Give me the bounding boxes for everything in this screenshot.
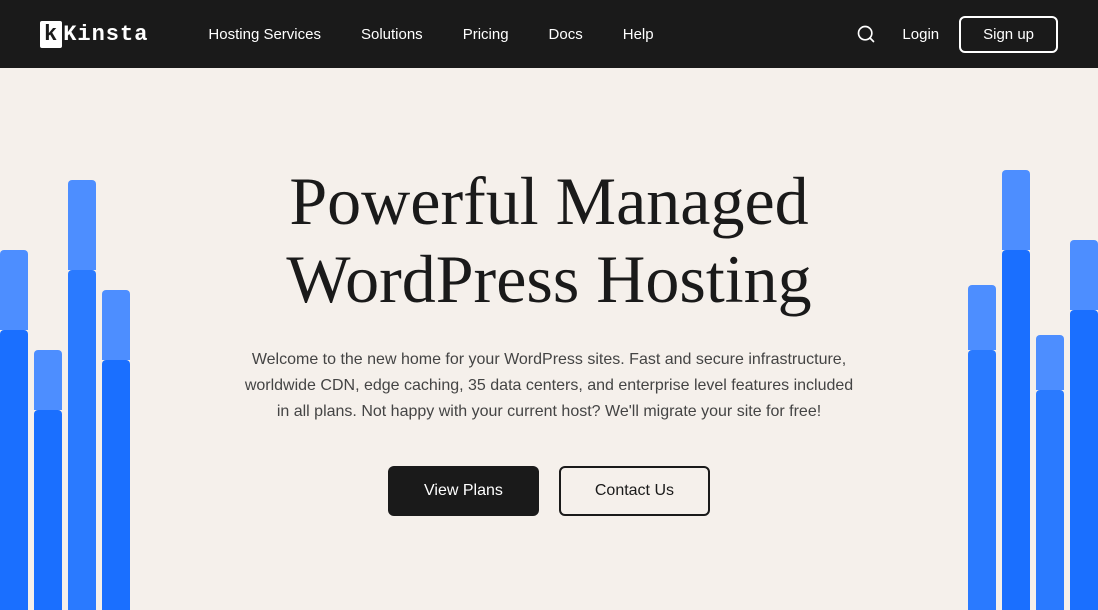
nav-solutions[interactable]: Solutions bbox=[361, 26, 423, 43]
nav-links: Hosting Services Solutions Pricing Docs … bbox=[208, 26, 850, 43]
search-button[interactable] bbox=[850, 18, 882, 50]
nav-help[interactable]: Help bbox=[623, 26, 654, 43]
nav-pricing[interactable]: Pricing bbox=[463, 26, 509, 43]
logo-text: Kinsta bbox=[63, 22, 148, 47]
nav-hosting-services[interactable]: Hosting Services bbox=[208, 26, 321, 43]
login-button[interactable]: Login bbox=[902, 26, 939, 43]
contact-us-button[interactable]: Contact Us bbox=[559, 466, 710, 516]
navbar: kKinsta Hosting Services Solutions Prici… bbox=[0, 0, 1098, 68]
hero-subtitle: Welcome to the new home for your WordPre… bbox=[239, 347, 859, 426]
decorative-blocks-right bbox=[968, 210, 1098, 610]
navbar-actions: Login Sign up bbox=[850, 16, 1058, 53]
hero-title: Powerful Managed WordPress Hosting bbox=[199, 162, 899, 318]
decorative-blocks-left bbox=[0, 210, 130, 610]
hero-buttons: View Plans Contact Us bbox=[388, 466, 710, 516]
search-icon bbox=[856, 24, 876, 44]
logo[interactable]: kKinsta bbox=[40, 21, 148, 48]
hero-section: Powerful Managed WordPress Hosting Welco… bbox=[0, 68, 1098, 610]
signup-button[interactable]: Sign up bbox=[959, 16, 1058, 53]
view-plans-button[interactable]: View Plans bbox=[388, 466, 539, 516]
nav-docs[interactable]: Docs bbox=[549, 26, 583, 43]
